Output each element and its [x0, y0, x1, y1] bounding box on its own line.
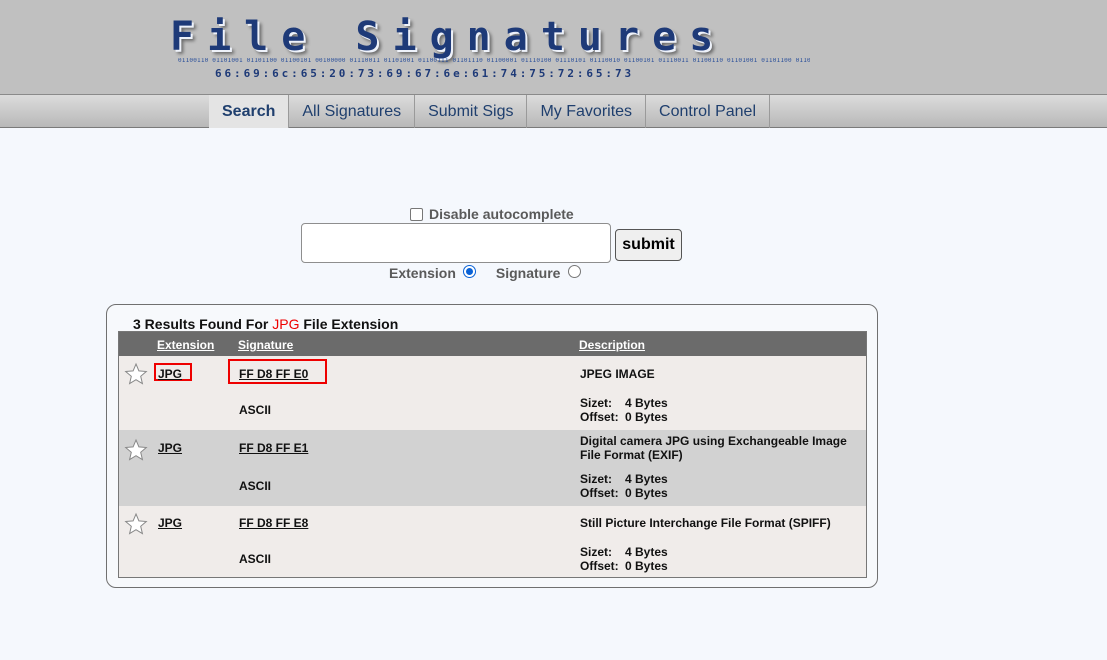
favorite-star-icon[interactable] [124, 438, 148, 462]
table-row: JPG FF D8 FF E0 JPEG IMAGE ASCII Sizet: 4… [119, 356, 866, 430]
nav-list: Search All Signatures Submit Sigs My Fav… [209, 95, 770, 128]
nav-item-my-favorites[interactable]: My Favorites [527, 95, 647, 128]
extension-link[interactable]: JPG [158, 516, 182, 530]
size-value: 4 Bytes [625, 545, 668, 559]
extension-radio[interactable] [462, 265, 476, 278]
signature-link[interactable]: FF D8 FF E0 [239, 367, 308, 381]
extension-link[interactable]: JPG [158, 441, 182, 455]
offset-label: Offset: [580, 559, 619, 573]
header-banner: File Signatures 01100110 01101001 011011… [0, 0, 1107, 94]
favorite-star-icon[interactable] [124, 362, 148, 386]
results-heading-suffix: File Extension [299, 316, 399, 332]
signature-link[interactable]: FF D8 FF E8 [239, 516, 308, 530]
offset-label: Offset: [580, 410, 619, 424]
nav-item-all-signatures[interactable]: All Signatures [289, 95, 416, 128]
search-mode-group: Extension Signature [389, 265, 582, 281]
table-row: JPG FF D8 FF E1 Digital camera JPG using… [119, 430, 866, 506]
results-table: Extension Signature Description JPG FF D… [118, 331, 867, 578]
offset-value: 0 Bytes [625, 486, 668, 500]
description-text: JPEG IMAGE [580, 367, 655, 381]
extension-link[interactable]: JPG [158, 367, 182, 381]
description-text: Still Picture Interchange File Format (S… [580, 516, 831, 530]
size-value: 4 Bytes [625, 472, 668, 486]
size-offset-info: Sizet: 4 Bytes Offset: 0 Bytes [580, 472, 668, 500]
size-label: Sizet: [580, 396, 613, 410]
results-panel: 3 Results Found For JPG File Extension E… [106, 304, 878, 588]
submit-button[interactable]: submit [615, 229, 682, 261]
logo-title: File Signatures [170, 14, 727, 60]
offset-value: 0 Bytes [625, 559, 668, 573]
column-header-description[interactable]: Description [579, 338, 645, 352]
results-search-term: JPG [272, 316, 300, 332]
ascii-text: ASCII [239, 479, 272, 493]
logo-hex-strip: 66:69:6c:65:20:73:69:67:6e:61:74:75:72:6… [215, 67, 634, 80]
search-input[interactable] [301, 223, 611, 263]
nav-item-search[interactable]: Search [209, 95, 290, 128]
extension-radio-label: Extension [389, 265, 456, 281]
main-nav: Search All Signatures Submit Sigs My Fav… [0, 94, 1107, 128]
size-value: 4 Bytes [625, 396, 668, 410]
nav-item-control-panel[interactable]: Control Panel [646, 95, 770, 128]
favorite-star-icon[interactable] [124, 512, 148, 536]
table-row: JPG FF D8 FF E8 Still Picture Interchang… [119, 506, 866, 577]
disable-autocomplete-checkbox[interactable] [410, 207, 423, 221]
results-count-text: 3 Results Found For [133, 316, 273, 332]
signature-link[interactable]: FF D8 FF E1 [239, 441, 308, 455]
autocomplete-toggle: Disable autocomplete [410, 206, 574, 222]
signature-radio[interactable] [568, 265, 582, 278]
table-header: Extension Signature Description [119, 332, 866, 356]
ascii-text: ASCII [239, 552, 272, 566]
description-text: Digital camera JPG using Exchangeable Im… [580, 434, 847, 462]
size-offset-info: Sizet: 4 Bytes Offset: 0 Bytes [580, 396, 668, 424]
ascii-text: ASCII [239, 403, 272, 417]
column-header-extension[interactable]: Extension [157, 338, 214, 352]
size-label: Sizet: [580, 545, 613, 559]
offset-value: 0 Bytes [625, 410, 668, 424]
size-offset-info: Sizet: 4 Bytes Offset: 0 Bytes [580, 545, 668, 573]
nav-item-submit-sigs[interactable]: Submit Sigs [415, 95, 528, 128]
offset-label: Offset: [580, 486, 619, 500]
disable-autocomplete-label: Disable autocomplete [429, 206, 574, 222]
results-heading: 3 Results Found For JPG File Extension [133, 316, 398, 332]
size-label: Sizet: [580, 472, 613, 486]
logo-binary-strip: 01100110 01101001 01101100 01100101 0010… [178, 58, 810, 64]
signature-radio-label: Signature [495, 265, 561, 281]
column-header-signature[interactable]: Signature [238, 338, 293, 352]
